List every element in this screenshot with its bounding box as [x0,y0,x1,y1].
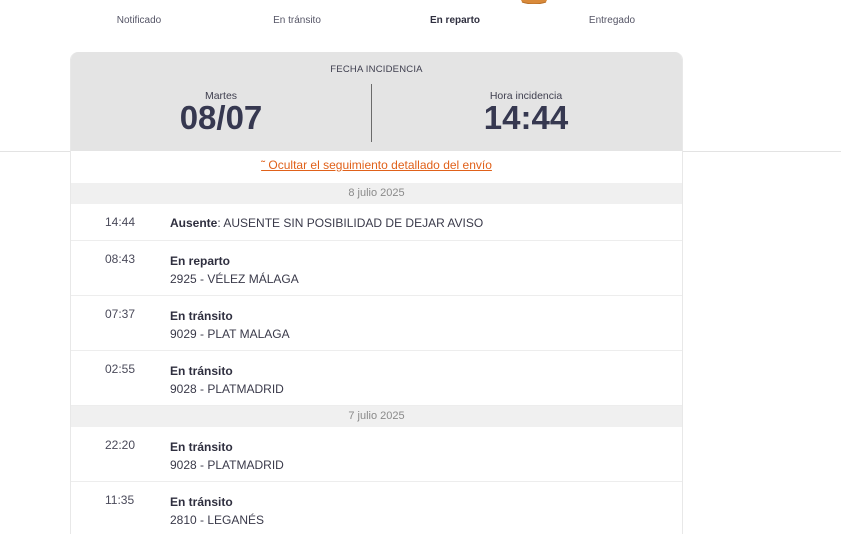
date-group-header: 8 julio 2025 [71,183,682,204]
event-title: Ausente [170,216,218,230]
incident-header: FECHA INCIDENCIA Martes 08/07 Hora incid… [71,52,682,151]
event-title: En tránsito [170,309,233,323]
event-time: 02:55 [105,362,136,376]
step-notificado: Notificado [116,15,162,26]
tracking-event: 14:44 Ausente: AUSENTE SIN POSIBILIDAD D… [71,204,682,241]
incident-time-block: Hora incidencia 14:44 [376,90,676,136]
progress-steps: Notificado En tránsito En reparto Entreg… [0,0,841,40]
event-body: En reparto 2925 - VÉLEZ MÁLAGA [170,252,299,288]
tracking-event: 07:37 En tránsito 9029 - PLAT MALAGA [71,296,682,351]
event-description: 2810 - LEGANÉS [170,513,265,527]
event-description: 2925 - VÉLEZ MÁLAGA [170,272,299,286]
incident-date-block: Martes 08/07 [71,90,371,136]
package-icon [521,0,547,4]
event-description: 9028 - PLATMADRID [170,458,284,472]
tracking-event: 02:55 En tránsito 9028 - PLATMADRID [71,351,682,406]
event-title: En tránsito [170,364,233,378]
event-time: 14:44 [105,215,136,229]
incident-card: FECHA INCIDENCIA Martes 08/07 Hora incid… [70,52,683,534]
tracking-event: 08:43 En reparto 2925 - VÉLEZ MÁLAGA [71,241,682,296]
step-entregado: Entregado [588,15,636,26]
incident-date: 08/07 [179,99,263,136]
event-time: 22:20 [105,438,136,452]
tracking-event: 11:35 En tránsito 2810 - LEGANÉS [71,482,682,534]
header-separator [371,84,372,142]
event-time: 07:37 [105,307,136,321]
tracking-page: Notificado En tránsito En reparto Entreg… [0,0,841,534]
event-time: 11:35 [105,493,135,507]
event-body: En tránsito 9028 - PLATMADRID [170,362,284,398]
step-en-transito: En tránsito [273,15,321,26]
event-body: En tránsito 9029 - PLAT MALAGA [170,307,290,343]
event-title: En reparto [170,254,231,268]
incident-title: FECHA INCIDENCIA [330,64,423,75]
toggle-row: ˜ Ocultar el seguimiento detallado del e… [71,151,682,183]
event-description: 9028 - PLATMADRID [170,382,284,396]
hide-tracking-link[interactable]: ˜ Ocultar el seguimiento detallado del e… [261,158,492,172]
event-body: En tránsito 9028 - PLATMADRID [170,438,284,474]
event-body: En tránsito 2810 - LEGANÉS [170,493,264,529]
event-time: 08:43 [105,252,136,266]
event-title: En tránsito [170,440,233,454]
event-description: 9029 - PLAT MALAGA [170,327,290,341]
event-body: Ausente: AUSENTE SIN POSIBILIDAD DE DEJA… [170,214,483,232]
event-description: AUSENTE SIN POSIBILIDAD DE DEJAR AVISO [220,216,484,230]
event-title: En tránsito [170,495,233,509]
date-group-header: 7 julio 2025 [71,406,682,427]
step-en-reparto: En reparto [429,15,481,26]
incident-time: 14:44 [483,99,569,136]
tracking-timeline: 8 julio 2025 14:44 Ausente: AUSENTE SIN … [71,183,682,534]
tracking-event: 22:20 En tránsito 9028 - PLATMADRID [71,427,682,482]
